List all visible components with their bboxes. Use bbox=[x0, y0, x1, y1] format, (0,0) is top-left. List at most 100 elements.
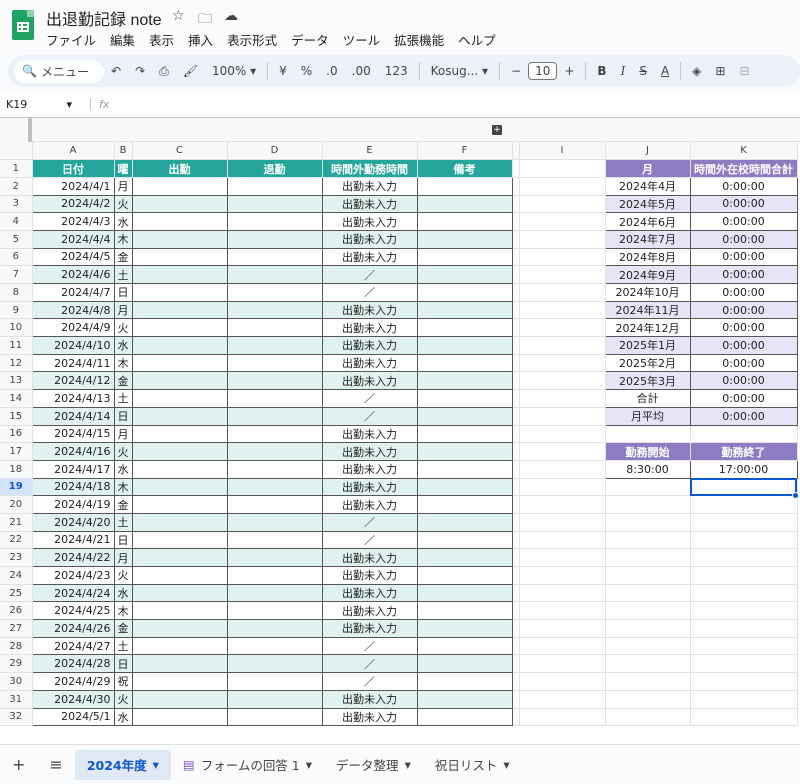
summary-total-cell[interactable]: 0:00:00 bbox=[689, 300, 798, 320]
overtime-cell[interactable]: ／ bbox=[322, 672, 418, 691]
cell[interactable] bbox=[512, 371, 520, 391]
row-header[interactable]: 22 bbox=[0, 531, 33, 550]
weekday-cell[interactable]: 火 bbox=[114, 318, 133, 338]
overtime-cell[interactable]: ／ bbox=[322, 513, 418, 532]
row-header[interactable]: 7 bbox=[0, 265, 33, 284]
clock-in-cell[interactable] bbox=[132, 301, 228, 320]
number-format-button[interactable]: 123 bbox=[378, 64, 415, 78]
weekday-cell[interactable]: 土 bbox=[114, 265, 133, 284]
overtime-cell[interactable]: ／ bbox=[322, 637, 418, 656]
expand-group-icon[interactable]: + bbox=[492, 125, 502, 135]
redo-icon[interactable]: ↷ bbox=[128, 64, 152, 78]
date-cell[interactable]: 2024/4/6 bbox=[32, 265, 115, 284]
merge-cells-icon[interactable]: ⊟ bbox=[732, 64, 756, 78]
clock-out-cell[interactable] bbox=[227, 301, 323, 320]
weekday-cell[interactable]: 月 bbox=[114, 548, 133, 567]
cell[interactable] bbox=[519, 301, 606, 320]
note-cell[interactable] bbox=[417, 425, 513, 444]
menu-format[interactable]: 表示形式 bbox=[227, 30, 277, 49]
cell[interactable] bbox=[512, 708, 520, 727]
weekday-cell[interactable]: 火 bbox=[114, 566, 133, 585]
cell[interactable] bbox=[519, 318, 606, 338]
weekday-cell[interactable]: 日 bbox=[114, 407, 133, 426]
clock-in-cell[interactable] bbox=[132, 548, 228, 567]
cell[interactable] bbox=[690, 637, 798, 656]
row-header[interactable]: 18 bbox=[0, 460, 33, 479]
tab-form-responses[interactable]: ▤ フォームの回答 1 ▾ bbox=[171, 750, 324, 780]
overtime-cell[interactable]: 出勤未入力 bbox=[322, 548, 418, 567]
date-cell[interactable]: 2024/4/3 bbox=[32, 212, 115, 231]
cell[interactable] bbox=[512, 460, 520, 479]
row-header[interactable]: 28 bbox=[0, 637, 33, 656]
cell[interactable] bbox=[519, 654, 606, 674]
cell[interactable] bbox=[519, 159, 606, 178]
cell[interactable] bbox=[512, 301, 520, 320]
cell[interactable] bbox=[690, 566, 798, 585]
note-cell[interactable] bbox=[417, 566, 513, 585]
note-cell[interactable] bbox=[417, 637, 513, 656]
date-cell[interactable]: 2024/4/20 bbox=[32, 513, 115, 532]
overtime-cell[interactable]: 出勤未入力 bbox=[322, 248, 418, 267]
date-cell[interactable]: 2024/4/11 bbox=[32, 354, 115, 373]
date-cell[interactable]: 2024/4/19 bbox=[32, 495, 115, 514]
cell[interactable] bbox=[605, 495, 691, 514]
text-color-button[interactable]: A bbox=[654, 64, 676, 78]
work-end-header[interactable]: 勤務終了 bbox=[690, 442, 798, 461]
tab-holiday-list[interactable]: 祝日リスト ▾ bbox=[423, 750, 522, 780]
overtime-cell[interactable]: 出勤未入力 bbox=[322, 354, 418, 373]
note-cell[interactable] bbox=[417, 177, 513, 196]
date-cell[interactable]: 2024/4/14 bbox=[32, 407, 115, 426]
clock-out-cell[interactable] bbox=[227, 425, 323, 444]
summary-month-cell[interactable]: 2024年6月 bbox=[604, 212, 691, 231]
header-cell[interactable]: 時間外在校時間合計 bbox=[690, 159, 798, 178]
weekday-cell[interactable]: 月 bbox=[114, 425, 133, 444]
menu-extensions[interactable]: 拡張機能 bbox=[394, 30, 444, 49]
note-cell[interactable] bbox=[417, 548, 513, 567]
summary-month-cell[interactable]: 2024年7月 bbox=[604, 229, 691, 249]
cell[interactable] bbox=[519, 548, 606, 567]
cell[interactable] bbox=[519, 460, 606, 479]
cell[interactable] bbox=[512, 248, 520, 267]
summary-month-cell[interactable]: 2024年5月 bbox=[604, 194, 691, 214]
row-header[interactable]: 21 bbox=[0, 513, 33, 532]
note-cell[interactable] bbox=[417, 619, 513, 638]
weekday-cell[interactable]: 木 bbox=[114, 354, 133, 373]
cell[interactable] bbox=[512, 442, 520, 461]
cell[interactable] bbox=[512, 283, 520, 302]
header-cell[interactable]: 曜 bbox=[114, 159, 133, 178]
overtime-cell[interactable]: 出勤未入力 bbox=[322, 584, 418, 603]
clock-in-cell[interactable] bbox=[132, 389, 228, 408]
cell[interactable] bbox=[605, 478, 691, 497]
overtime-cell[interactable]: 出勤未入力 bbox=[322, 177, 418, 196]
cell[interactable] bbox=[690, 425, 798, 444]
cell[interactable] bbox=[512, 336, 520, 355]
row-header[interactable]: 16 bbox=[0, 425, 33, 444]
date-cell[interactable]: 2024/4/18 bbox=[32, 478, 115, 497]
row-header[interactable]: 17 bbox=[0, 442, 33, 461]
cell[interactable] bbox=[519, 619, 606, 638]
summary-total-cell[interactable]: 0:00:00 bbox=[689, 336, 798, 355]
clock-out-cell[interactable] bbox=[227, 212, 323, 231]
bold-button[interactable]: B bbox=[590, 64, 613, 78]
cell[interactable] bbox=[519, 531, 606, 550]
summary-total-cell[interactable]: 0:00:00 bbox=[689, 176, 798, 196]
weekday-cell[interactable]: 水 bbox=[114, 584, 133, 603]
clock-out-cell[interactable] bbox=[227, 672, 323, 691]
summary-month-cell[interactable]: 2025年1月 bbox=[604, 336, 691, 355]
date-cell[interactable]: 2024/4/27 bbox=[32, 637, 115, 656]
cell[interactable] bbox=[512, 654, 520, 674]
column-header[interactable]: F bbox=[417, 142, 513, 161]
clock-in-cell[interactable] bbox=[132, 654, 228, 674]
overtime-cell[interactable]: 出勤未入力 bbox=[322, 690, 418, 709]
row-header[interactable]: 5 bbox=[0, 230, 33, 249]
overtime-cell[interactable]: 出勤未入力 bbox=[322, 460, 418, 479]
cell[interactable] bbox=[519, 478, 606, 497]
clock-out-cell[interactable] bbox=[227, 318, 323, 338]
cell[interactable] bbox=[605, 708, 691, 727]
cell[interactable] bbox=[512, 195, 520, 214]
cell[interactable] bbox=[512, 407, 520, 426]
cell[interactable] bbox=[519, 672, 606, 691]
work-start-cell[interactable]: 8:30:00 bbox=[604, 459, 691, 479]
row-header[interactable]: 19 bbox=[0, 478, 33, 497]
cell[interactable] bbox=[605, 548, 691, 567]
